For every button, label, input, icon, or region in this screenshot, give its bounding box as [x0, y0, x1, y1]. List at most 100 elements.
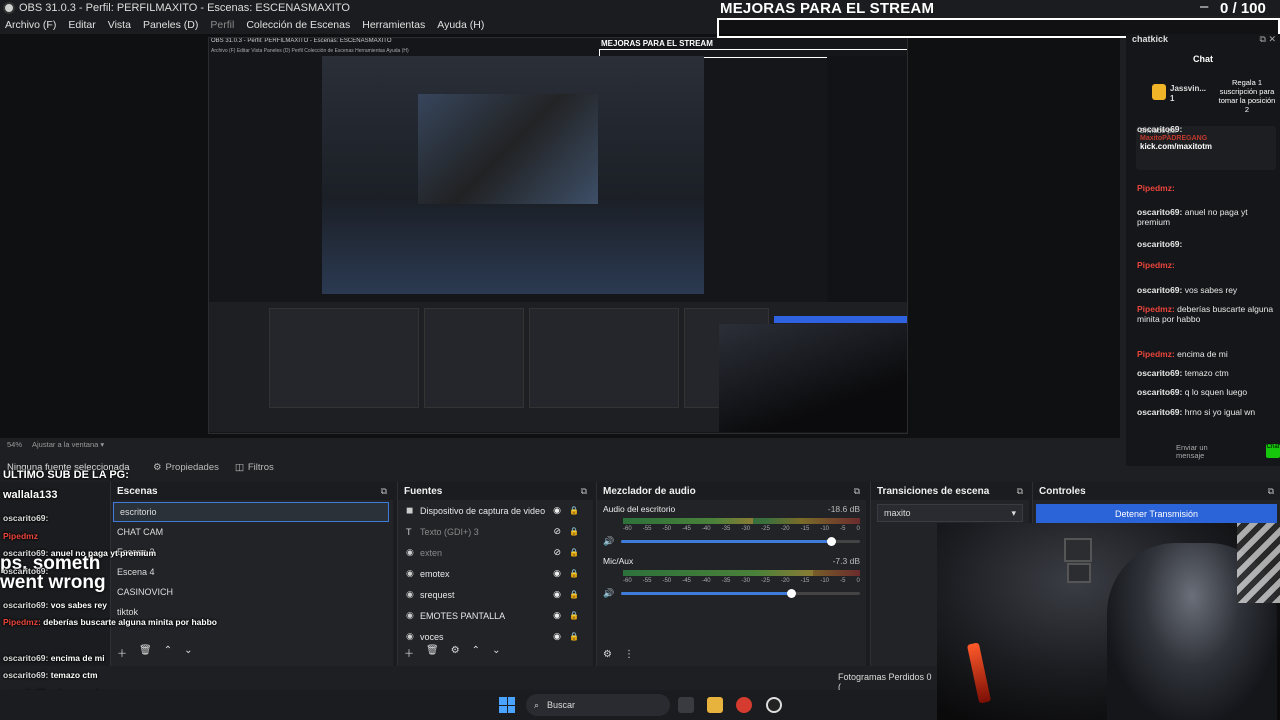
- wall-picture: [1067, 563, 1091, 583]
- undock-icon[interactable]: ⧉: [1017, 486, 1023, 497]
- chat-username[interactable]: oscarito69:: [1137, 387, 1182, 397]
- add-source-button[interactable]: ＋: [404, 645, 414, 660]
- scene-item[interactable]: CHAT CAM: [111, 522, 393, 542]
- advanced-audio-icon[interactable]: ⚙: [603, 649, 612, 660]
- chat-username[interactable]: Pipedmz:: [1137, 260, 1175, 270]
- eye-icon[interactable]: ◉: [553, 610, 561, 621]
- source-name: exten: [420, 547, 443, 558]
- taskbar-search[interactable]: ⌕ Buscar: [526, 694, 670, 716]
- chat-input[interactable]: Enviar un mensaje Chat: [1132, 438, 1280, 466]
- speaker-icon[interactable]: 🔊: [603, 536, 615, 547]
- filters-button[interactable]: ◫ Filtros: [227, 462, 282, 473]
- meter-tick-label: -15: [800, 526, 810, 532]
- scene-item[interactable]: Escena 3: [111, 542, 393, 562]
- transitions-title: Transiciones de escena: [877, 485, 990, 497]
- brave-browser-icon[interactable]: [736, 697, 752, 713]
- meter-tick-label: -60: [623, 526, 632, 532]
- browser-icon: ◉: [406, 547, 414, 557]
- scene-item[interactable]: tiktok: [111, 602, 393, 622]
- menu-herramientas[interactable]: Herramientas: [362, 19, 425, 31]
- scene-item[interactable]: Escena 4: [111, 562, 393, 582]
- eye-icon[interactable]: ◉: [553, 631, 561, 642]
- volume-slider[interactable]: [621, 537, 860, 546]
- chat-username[interactable]: oscarito69:: [1137, 368, 1182, 378]
- slider-knob[interactable]: [827, 537, 837, 546]
- menu-ayuda[interactable]: Ayuda (H): [437, 19, 484, 31]
- mixer-menu-icon[interactable]: ⋮: [624, 649, 634, 660]
- source-item[interactable]: ◉ srequest ◉ 🔒: [398, 584, 593, 605]
- menu-coleccion-escenas[interactable]: Colección de Escenas: [246, 19, 350, 31]
- slider-knob[interactable]: [786, 589, 796, 598]
- eye-icon[interactable]: ◉: [553, 505, 561, 516]
- move-down-button[interactable]: ⌄: [184, 645, 192, 660]
- send-button[interactable]: Chat: [1266, 444, 1280, 458]
- meter-tick-label: -40: [701, 578, 711, 584]
- stop-streaming-button[interactable]: Detener Transmisión: [1036, 504, 1277, 523]
- source-item[interactable]: ◉ EMOTES PANTALLA ◉ 🔒: [398, 605, 593, 626]
- undock-icon[interactable]: ⧉: [854, 486, 860, 497]
- audio-channel: Mic/Aux -7.3 dB -60 -55 -50 -45 -40 -35 -30 -25 -2…: [597, 552, 866, 604]
- eye-icon[interactable]: ◉: [553, 589, 561, 600]
- move-down-button[interactable]: ⌄: [492, 645, 500, 660]
- eye-hidden-icon[interactable]: ⊘: [553, 526, 561, 537]
- source-item[interactable]: ◼ Dispositivo de captura de video ◉ 🔒: [398, 500, 593, 521]
- speaker-icon[interactable]: 🔊: [603, 588, 615, 599]
- undock-icon[interactable]: ⧉: [581, 486, 587, 497]
- source-item[interactable]: ◉ voces ◉ 🔒: [398, 626, 593, 647]
- chat-username[interactable]: Pipedmz:: [1137, 349, 1175, 359]
- eye-icon[interactable]: ◉: [553, 568, 561, 579]
- meter-tick-label: 0: [856, 526, 860, 532]
- add-scene-button[interactable]: ＋: [117, 645, 127, 660]
- lock-icon[interactable]: 🔒: [569, 548, 579, 557]
- chat-username[interactable]: oscarito69:: [1137, 207, 1182, 217]
- chat-username[interactable]: oscarito69:: [1137, 407, 1182, 417]
- scene-item[interactable]: CASINOVICH: [111, 582, 393, 602]
- lock-icon[interactable]: 🔒: [569, 632, 579, 641]
- remove-scene-button[interactable]: 🗑: [139, 645, 152, 660]
- chat-username[interactable]: Pipedmz:: [1137, 183, 1175, 193]
- meter-tick-label: -60: [623, 578, 632, 584]
- preview-canvas[interactable]: OBS 31.0.3 - Perfil: PERFILMAXITO - Esce…: [0, 34, 1120, 438]
- undock-icon[interactable]: ⧉: [1268, 486, 1274, 497]
- source-name: emotex: [420, 568, 450, 579]
- window-title: OBS 31.0.3 - Perfil: PERFILMAXITO - Esce…: [19, 2, 350, 14]
- obs-taskbar-icon[interactable]: [766, 697, 782, 713]
- wall-picture: [1064, 538, 1092, 562]
- undock-icon[interactable]: ⧉: [381, 486, 387, 497]
- fit-to-window-dropdown[interactable]: Ajustar a la ventana ▾: [32, 440, 104, 449]
- windows-start-icon[interactable]: [499, 697, 515, 713]
- eye-hidden-icon[interactable]: ⊘: [553, 547, 561, 558]
- lock-icon[interactable]: 🔒: [569, 611, 579, 620]
- lock-icon[interactable]: 🔒: [569, 569, 579, 578]
- chat-username[interactable]: oscarito69:: [1137, 285, 1182, 295]
- move-up-button[interactable]: ⌃: [164, 645, 172, 660]
- remove-source-button[interactable]: 🗑: [426, 645, 439, 660]
- menu-editar[interactable]: Editar: [68, 19, 95, 31]
- mixer-channels: Audio del escritorio -18.6 dB -60 -55 -50 -45…: [597, 500, 866, 604]
- sent-link[interactable]: kick.com/maxitotm: [1140, 142, 1272, 151]
- transition-select[interactable]: maxito ▾: [877, 504, 1023, 522]
- source-item[interactable]: ◉ emotex ◉ 🔒: [398, 563, 593, 584]
- source-settings-button[interactable]: ⚙: [451, 645, 460, 660]
- properties-button[interactable]: ⚙ Propiedades: [145, 462, 227, 473]
- task-view-icon[interactable]: [678, 697, 694, 713]
- lock-icon[interactable]: 🔒: [569, 527, 579, 536]
- volume-slider[interactable]: [621, 589, 860, 598]
- source-name: srequest: [420, 589, 455, 600]
- scene-item[interactable]: escritorio: [113, 502, 389, 522]
- chat-username[interactable]: oscarito69:: [1137, 124, 1182, 134]
- lock-icon[interactable]: 🔒: [569, 506, 579, 515]
- sources-toolbar: ＋ 🗑 ⚙ ⌃ ⌄: [404, 645, 500, 660]
- menu-paneles[interactable]: Paneles (D): [143, 19, 198, 31]
- menu-archivo[interactable]: Archivo (F): [5, 19, 56, 31]
- source-item[interactable]: ◉ exten ⊘ 🔒: [398, 542, 593, 563]
- chat-username[interactable]: Pipedmz:: [1137, 304, 1175, 314]
- dock-close-icon[interactable]: ⧉ ✕: [1260, 34, 1276, 45]
- chat-username[interactable]: oscarito69:: [1137, 239, 1182, 249]
- lock-icon[interactable]: 🔒: [569, 590, 579, 599]
- menu-vista[interactable]: Vista: [108, 19, 131, 31]
- move-up-button[interactable]: ⌃: [472, 645, 480, 660]
- source-item[interactable]: T Texto (GDI+) 3 ⊘ 🔒: [398, 521, 593, 542]
- file-explorer-icon[interactable]: [707, 697, 723, 713]
- menu-perfil[interactable]: Perfil: [210, 19, 234, 31]
